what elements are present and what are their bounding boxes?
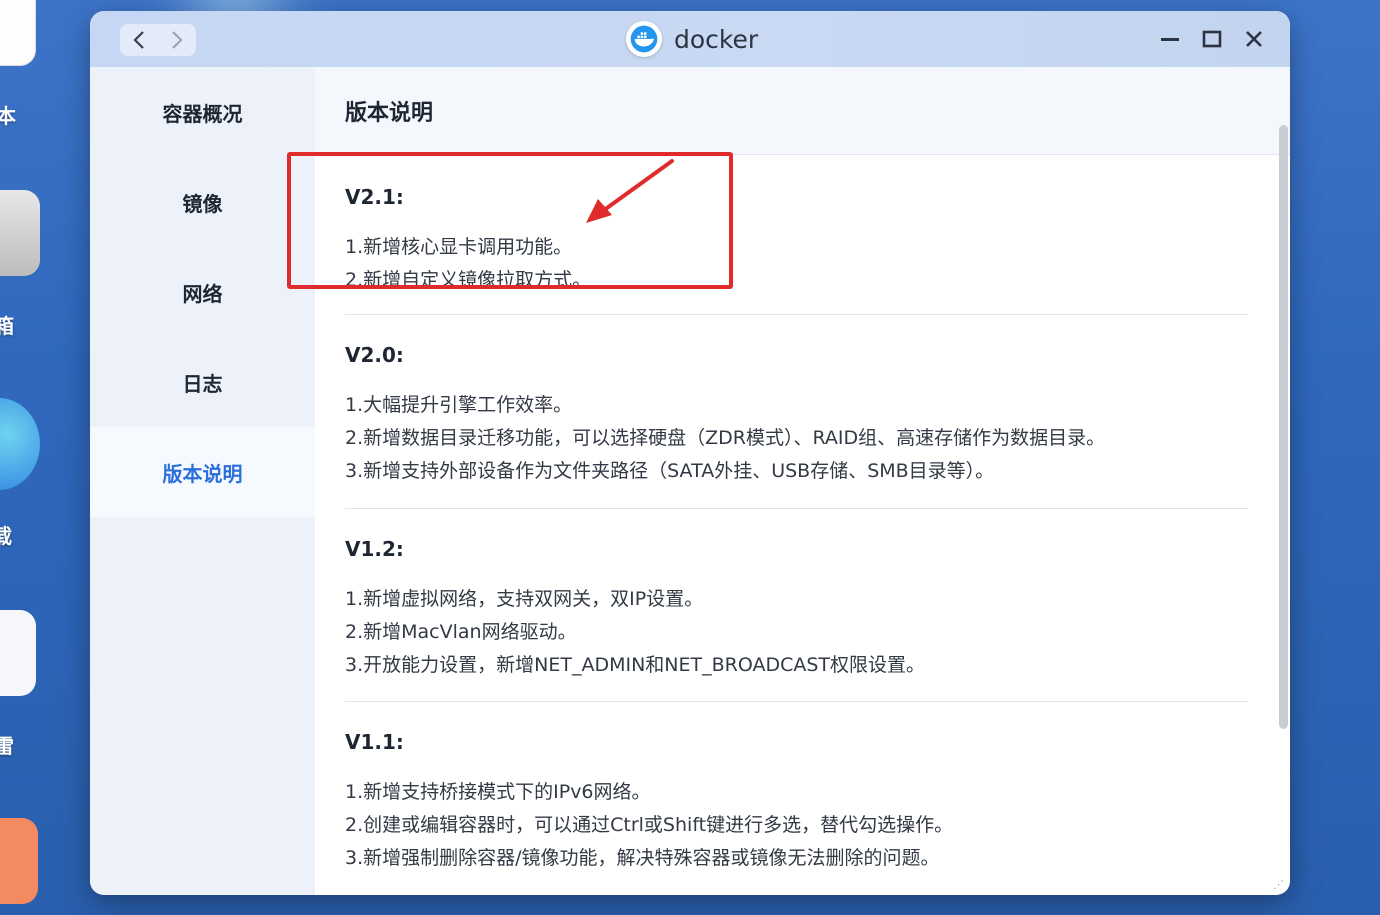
release-note: 2.新增自定义镜像拉取方式。 [345, 269, 592, 291]
desktop-label-2: 箱 [0, 314, 14, 338]
sidebar-item-network[interactable]: 网络 [90, 247, 315, 337]
docker-logo-icon [626, 21, 662, 57]
release-note: 2.新增数据目录迁移功能，可以选择硬盘（ZDR模式）、RAID组、高速存储作为数… [345, 427, 1106, 449]
window-title-group: docker [626, 21, 758, 57]
maximize-icon [1202, 30, 1222, 48]
version-heading: V2.0: [345, 343, 404, 367]
desktop-label-4: 雷 [0, 734, 14, 758]
back-button[interactable] [120, 24, 158, 56]
sidebar-item-images[interactable]: 镜像 [90, 157, 315, 247]
sidebar-item-logs[interactable]: 日志 [90, 337, 315, 427]
chevron-right-icon [172, 31, 183, 49]
version-section-v1-1: V1.1: 1.新增支持桥接模式下的IPv6网络。 2.创建或编辑容器时，可以通… [345, 702, 1248, 895]
title-bar: docker [90, 11, 1290, 67]
version-section-v2-1: V2.1: 1.新增核心显卡调用功能。 2.新增自定义镜像拉取方式。 [345, 155, 1248, 315]
forward-button[interactable] [158, 24, 196, 56]
desktop-chat-icon[interactable] [0, 818, 38, 904]
release-note: 1.新增支持桥接模式下的IPv6网络。 [345, 781, 651, 803]
chevron-left-icon [133, 31, 144, 49]
sidebar-item-release-notes[interactable]: 版本说明 [90, 427, 315, 517]
resize-grip-icon[interactable]: ⋰ [1273, 878, 1284, 891]
version-section-v1-2: V1.2: 1.新增虚拟网络，支持双网关，双IP设置。 2.新增MacVlan网… [345, 509, 1248, 702]
desktop-safe-icon[interactable] [0, 190, 40, 276]
docker-window: docker 容器概况 镜像 网络 日志 版本说明 版本说明 V2.1: 1.新… [90, 11, 1290, 895]
nav-buttons [120, 24, 196, 56]
desktop-label-3: 载 [0, 524, 12, 548]
minimize-icon [1161, 38, 1179, 41]
release-note: 3.新增强制删除容器/镜像功能，解决特殊容器或镜像无法删除的问题。 [345, 847, 940, 869]
release-note: 1.新增核心显卡调用功能。 [345, 236, 573, 258]
version-heading: V1.2: [345, 537, 404, 561]
close-icon [1246, 31, 1262, 47]
maximize-button[interactable] [1200, 27, 1224, 51]
minimize-button[interactable] [1158, 27, 1182, 51]
release-note: 2.新增MacVlan网络驱动。 [345, 621, 577, 643]
close-button[interactable] [1242, 27, 1266, 51]
sidebar-item-container-overview[interactable]: 容器概况 [90, 67, 315, 157]
version-heading: V1.1: [345, 730, 404, 754]
window-title: docker [674, 24, 759, 54]
release-note: 3.新增支持外部设备作为文件夹路径（SATA外挂、USB存储、SMB目录等）。 [345, 460, 995, 482]
desktop-label-1: 本 [0, 104, 16, 128]
release-note: 2.创建或编辑容器时，可以通过Ctrl或Shift键进行多选，替代勾选操作。 [345, 814, 954, 836]
version-heading: V2.1: [345, 185, 404, 209]
release-note: 3.开放能力设置，新增NET_ADMIN和NET_BROADCAST权限设置。 [345, 654, 926, 676]
window-controls [1158, 27, 1266, 51]
main-content: 版本说明 V2.1: 1.新增核心显卡调用功能。 2.新增自定义镜像拉取方式。 … [315, 67, 1290, 895]
release-note: 1.大幅提升引擎工作效率。 [345, 394, 573, 416]
desktop-thunder-icon[interactable] [0, 610, 36, 696]
release-note: 1.新增虚拟网络，支持双网关，双IP设置。 [345, 588, 704, 610]
desktop-notes-icon[interactable] [0, 0, 36, 66]
desktop-download-icon[interactable] [0, 398, 40, 490]
vertical-scrollbar[interactable] [1279, 125, 1288, 729]
version-section-v2-0: V2.0: 1.大幅提升引擎工作效率。 2.新增数据目录迁移功能，可以选择硬盘（… [345, 315, 1248, 509]
page-title: 版本说明 [315, 67, 1290, 155]
sidebar: 容器概况 镜像 网络 日志 版本说明 [90, 67, 315, 895]
